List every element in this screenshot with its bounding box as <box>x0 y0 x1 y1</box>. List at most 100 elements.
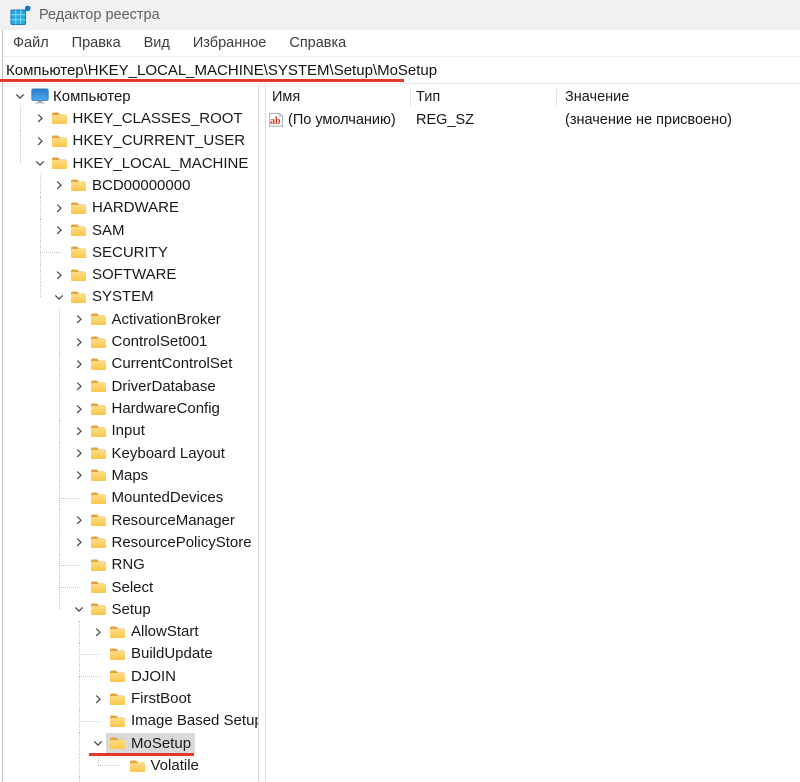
tree-item-activationbroker[interactable]: ActivationBroker <box>3 308 258 330</box>
tree-item-volatile[interactable]: Volatile <box>3 754 258 776</box>
tree-item-hkey-classes-root[interactable]: HKEY_CLASSES_ROOT <box>3 107 258 129</box>
chevron-down-icon[interactable] <box>91 736 105 750</box>
chevron-right-icon[interactable] <box>52 201 66 215</box>
tree-row-content[interactable]: DriverDatabase <box>87 376 220 397</box>
tree-row-content[interactable]: SAM <box>67 220 129 241</box>
chevron-down-icon[interactable] <box>72 602 86 616</box>
tree-item-rng[interactable]: RNG <box>3 554 258 576</box>
tree-row-content[interactable]: ResourcePolicyStore <box>87 532 256 553</box>
column-separator[interactable] <box>556 89 557 106</box>
chevron-right-icon[interactable] <box>72 379 86 393</box>
chevron-right-icon[interactable] <box>91 692 105 706</box>
tree-row-content[interactable]: Компьютер <box>28 86 135 107</box>
tree-item-system[interactable]: SYSTEM <box>3 286 258 308</box>
tree-item-input[interactable]: Input <box>3 420 258 442</box>
tree-row-content[interactable]: SOFTWARE <box>67 264 180 285</box>
chevron-right-icon[interactable] <box>72 312 86 326</box>
chevron-right-icon[interactable] <box>52 178 66 192</box>
chevron-right-icon[interactable] <box>72 335 86 349</box>
tree-item-maps[interactable]: Maps <box>3 464 258 486</box>
tree-row-content[interactable]: ResourceManager <box>87 510 239 531</box>
chevron-right-icon[interactable] <box>72 357 86 371</box>
column-header-name[interactable]: Имя <box>266 89 410 105</box>
tree-item-mounteddevices[interactable]: MountedDevices <box>3 487 258 509</box>
chevron-right-icon[interactable] <box>52 268 66 282</box>
tree-item-driverdatabase[interactable]: DriverDatabase <box>3 375 258 397</box>
tree-item-resourcepolicystore[interactable]: ResourcePolicyStore <box>3 531 258 553</box>
tree-row-content[interactable]: HardwareConfig <box>87 398 224 419</box>
tree-item-bcd00000000[interactable]: BCD00000000 <box>3 174 258 196</box>
address-path[interactable]: Компьютер\HKEY_LOCAL_MACHINE\SYSTEM\Setu… <box>3 62 437 79</box>
tree-row-content[interactable]: Volatile <box>126 755 203 776</box>
tree-row-content[interactable]: ActivationBroker <box>87 309 225 330</box>
column-separator[interactable] <box>410 89 411 106</box>
column-header-type[interactable]: Тип <box>410 89 556 105</box>
tree-item-mosetup[interactable]: MoSetup <box>3 732 258 754</box>
tree-row-content[interactable]: Select <box>87 577 158 598</box>
menu-item-0[interactable]: Файл <box>3 35 59 51</box>
chevron-right-icon[interactable] <box>72 424 86 438</box>
tree-item-resourcemanager[interactable]: ResourceManager <box>3 509 258 531</box>
tree-item-firstboot[interactable]: FirstBoot <box>3 687 258 709</box>
tree-item-image-based-setup[interactable]: Image Based Setup <box>3 710 258 732</box>
tree-item-hardwareconfig[interactable]: HardwareConfig <box>3 397 258 419</box>
tree-row-content[interactable]: Maps <box>87 465 153 486</box>
chevron-right-icon[interactable] <box>72 446 86 460</box>
tree-row-content[interactable]: ControlSet001 <box>87 331 212 352</box>
tree-item-clipped[interactable] <box>3 777 258 782</box>
tree-item-security[interactable]: SECURITY <box>3 241 258 263</box>
tree-item-hkey-local-machine[interactable]: HKEY_LOCAL_MACHINE <box>3 152 258 174</box>
chevron-right-icon[interactable] <box>52 223 66 237</box>
tree-row-content[interactable]: Keyboard Layout <box>87 443 229 464</box>
tree-item-djoin[interactable]: DJOIN <box>3 665 258 687</box>
tree-row-content[interactable]: BuildUpdate <box>106 643 217 664</box>
chevron-right-icon[interactable] <box>72 513 86 527</box>
value-row[interactable]: ab(По умолчанию)REG_SZ(значение не присв… <box>266 109 800 131</box>
tree-row-content[interactable]: RNG <box>87 554 149 575</box>
column-header-value[interactable]: Значение <box>556 89 800 105</box>
tree-row-content[interactable]: Setup <box>87 599 155 620</box>
chevron-right-icon[interactable] <box>91 625 105 639</box>
tree-selection[interactable]: MoSetup <box>106 733 195 754</box>
tree-row-content[interactable]: Input <box>87 420 149 441</box>
tree-item-controlset001[interactable]: ControlSet001 <box>3 330 258 352</box>
menu-item-2[interactable]: Вид <box>134 35 180 51</box>
chevron-down-icon[interactable] <box>33 156 47 170</box>
menu-item-3[interactable]: Избранное <box>183 35 276 51</box>
tree-row-content[interactable]: SYSTEM <box>67 286 158 307</box>
menu-item-1[interactable]: Правка <box>62 35 131 51</box>
tree-row-content[interactable]: HKEY_LOCAL_MACHINE <box>48 153 253 174</box>
value-name-cell[interactable]: ab(По умолчанию) <box>266 112 410 128</box>
tree-row-content[interactable]: BCD00000000 <box>67 175 194 196</box>
chevron-down-icon[interactable] <box>52 290 66 304</box>
tree-item-компьютер[interactable]: Компьютер <box>3 85 258 107</box>
tree-row-content[interactable]: SECURITY <box>67 242 172 263</box>
chevron-right-icon[interactable] <box>72 402 86 416</box>
menu-item-4[interactable]: Справка <box>279 35 356 51</box>
tree-row-content[interactable]: CurrentControlSet <box>87 353 237 374</box>
tree-row-content[interactable]: HKEY_CURRENT_USER <box>48 130 250 151</box>
tree-row-content[interactable]: FirstBoot <box>106 688 195 709</box>
tree-item-setup[interactable]: Setup <box>3 598 258 620</box>
tree-item-select[interactable]: Select <box>3 576 258 598</box>
chevron-right-icon[interactable] <box>33 134 47 148</box>
tree-row-content[interactable]: HKEY_CLASSES_ROOT <box>48 108 247 129</box>
tree-item-currentcontrolset[interactable]: CurrentControlSet <box>3 353 258 375</box>
tree-item-software[interactable]: SOFTWARE <box>3 264 258 286</box>
tree-item-hardware[interactable]: HARDWARE <box>3 197 258 219</box>
chevron-right-icon[interactable] <box>33 111 47 125</box>
tree-item-keyboard-layout[interactable]: Keyboard Layout <box>3 442 258 464</box>
chevron-right-icon[interactable] <box>72 535 86 549</box>
pane-splitter-left-edge[interactable] <box>258 85 259 782</box>
tree-row-content[interactable]: HARDWARE <box>67 197 183 218</box>
tree-item-allowstart[interactable]: AllowStart <box>3 621 258 643</box>
tree-item-hkey-current-user[interactable]: HKEY_CURRENT_USER <box>3 130 258 152</box>
chevron-right-icon[interactable] <box>72 468 86 482</box>
tree-row-content[interactable]: DJOIN <box>106 666 180 687</box>
tree-item-sam[interactable]: SAM <box>3 219 258 241</box>
tree-row-content[interactable]: Image Based Setup <box>106 710 258 731</box>
chevron-down-icon[interactable] <box>13 89 27 103</box>
titlebar[interactable]: Редактор реестра <box>0 0 800 30</box>
tree-row-content[interactable]: MountedDevices <box>87 487 228 508</box>
tree-item-buildupdate[interactable]: BuildUpdate <box>3 643 258 665</box>
